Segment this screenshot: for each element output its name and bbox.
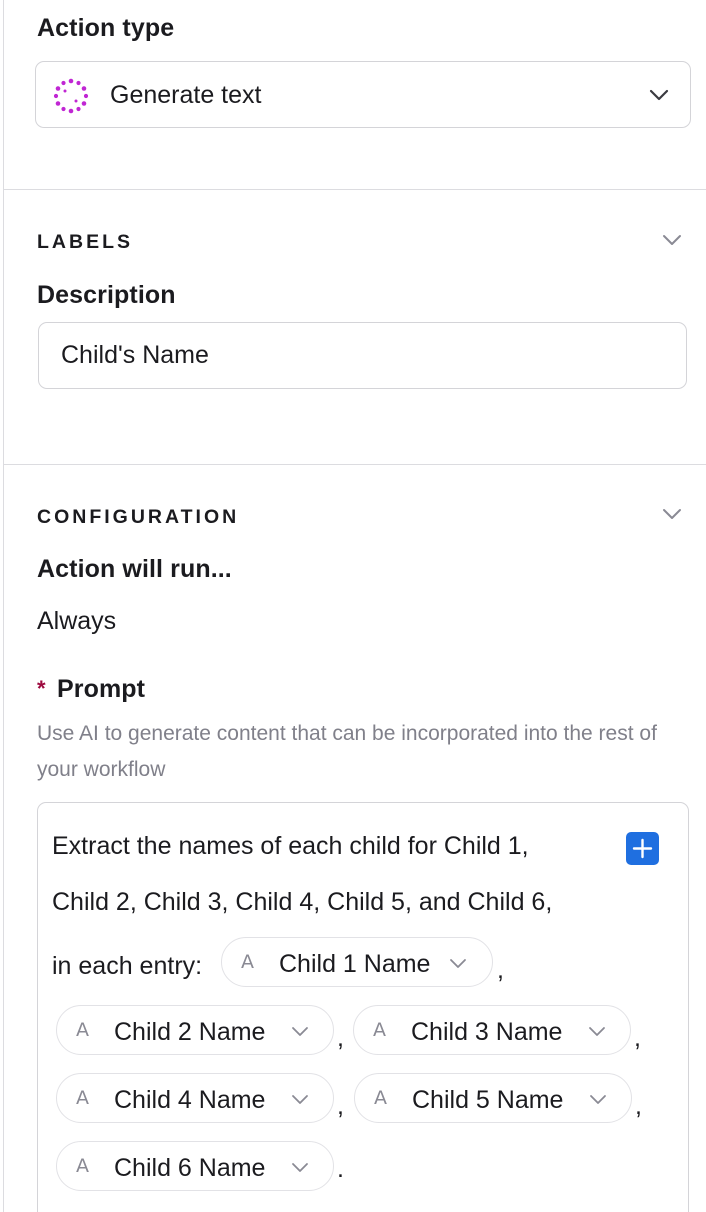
- description-input[interactable]: [38, 322, 687, 389]
- labels-section-title: LABELS: [37, 231, 133, 253]
- section-divider: [4, 189, 706, 190]
- prompt-editor[interactable]: Extract the names of each child for Chil…: [37, 802, 689, 1212]
- description-label: Description: [37, 281, 176, 309]
- variable-token-label: Child 5 Name: [412, 1086, 564, 1114]
- variable-token[interactable]: A Child 5 Name: [354, 1073, 632, 1123]
- section-divider: [4, 464, 706, 465]
- prompt-text-line: Extract the names of each child for Chil…: [52, 832, 529, 860]
- token-separator: ,: [337, 1092, 344, 1120]
- variable-token[interactable]: A Child 1 Name: [221, 937, 493, 987]
- chevron-down-icon: [589, 1027, 605, 1036]
- chevron-down-icon: [292, 1027, 308, 1036]
- text-field-icon: A: [374, 1087, 387, 1109]
- chevron-down-icon: [450, 959, 466, 968]
- required-asterisk: *: [37, 676, 46, 701]
- text-field-icon: A: [241, 951, 254, 973]
- text-field-icon: A: [76, 1019, 89, 1041]
- plus-icon: [632, 838, 653, 859]
- variable-token-label: Child 6 Name: [114, 1154, 266, 1182]
- variable-token[interactable]: A Child 3 Name: [353, 1005, 631, 1055]
- text-field-icon: A: [76, 1155, 89, 1177]
- configuration-section-title: CONFIGURATION: [37, 506, 240, 528]
- chevron-down-icon: [292, 1095, 308, 1104]
- token-separator: ,: [497, 956, 504, 984]
- prompt-text-line: Child 2, Child 3, Child 4, Child 5, and …: [52, 888, 553, 916]
- variable-token[interactable]: A Child 4 Name: [56, 1073, 334, 1123]
- action-type-select[interactable]: Generate text: [35, 61, 691, 128]
- token-terminator: .: [337, 1155, 344, 1183]
- labels-collapse-chevron-icon[interactable]: [662, 233, 682, 247]
- token-separator: ,: [635, 1092, 642, 1120]
- variable-token-label: Child 1 Name: [279, 950, 431, 978]
- prompt-help-text: Use AI to generate content that can be i…: [37, 722, 657, 781]
- prompt-label: Prompt: [57, 675, 146, 703]
- configuration-collapse-chevron-icon[interactable]: [662, 507, 682, 521]
- token-separator: ,: [634, 1024, 641, 1052]
- token-separator: ,: [337, 1024, 344, 1052]
- chevron-down-icon: [590, 1095, 606, 1104]
- action-type-label: Action type: [37, 14, 175, 42]
- variable-token-label: Child 3 Name: [411, 1018, 563, 1046]
- ai-sparkle-icon: [53, 78, 89, 114]
- action-settings-panel: Action type Generate text LABELS Descrip…: [3, 0, 706, 1212]
- action-run-label: Action will run...: [37, 555, 232, 583]
- prompt-text-line: in each entry:: [52, 952, 203, 980]
- chevron-down-icon: [649, 89, 669, 101]
- variable-token[interactable]: A Child 6 Name: [56, 1141, 334, 1191]
- insert-variable-button[interactable]: [626, 832, 659, 865]
- variable-token[interactable]: A Child 2 Name: [56, 1005, 334, 1055]
- text-field-icon: A: [373, 1019, 386, 1041]
- action-run-value: Always: [37, 607, 117, 635]
- variable-token-label: Child 4 Name: [114, 1086, 266, 1114]
- variable-token-label: Child 2 Name: [114, 1018, 266, 1046]
- chevron-down-icon: [292, 1163, 308, 1172]
- action-type-value: Generate text: [110, 81, 262, 109]
- text-field-icon: A: [76, 1087, 89, 1109]
